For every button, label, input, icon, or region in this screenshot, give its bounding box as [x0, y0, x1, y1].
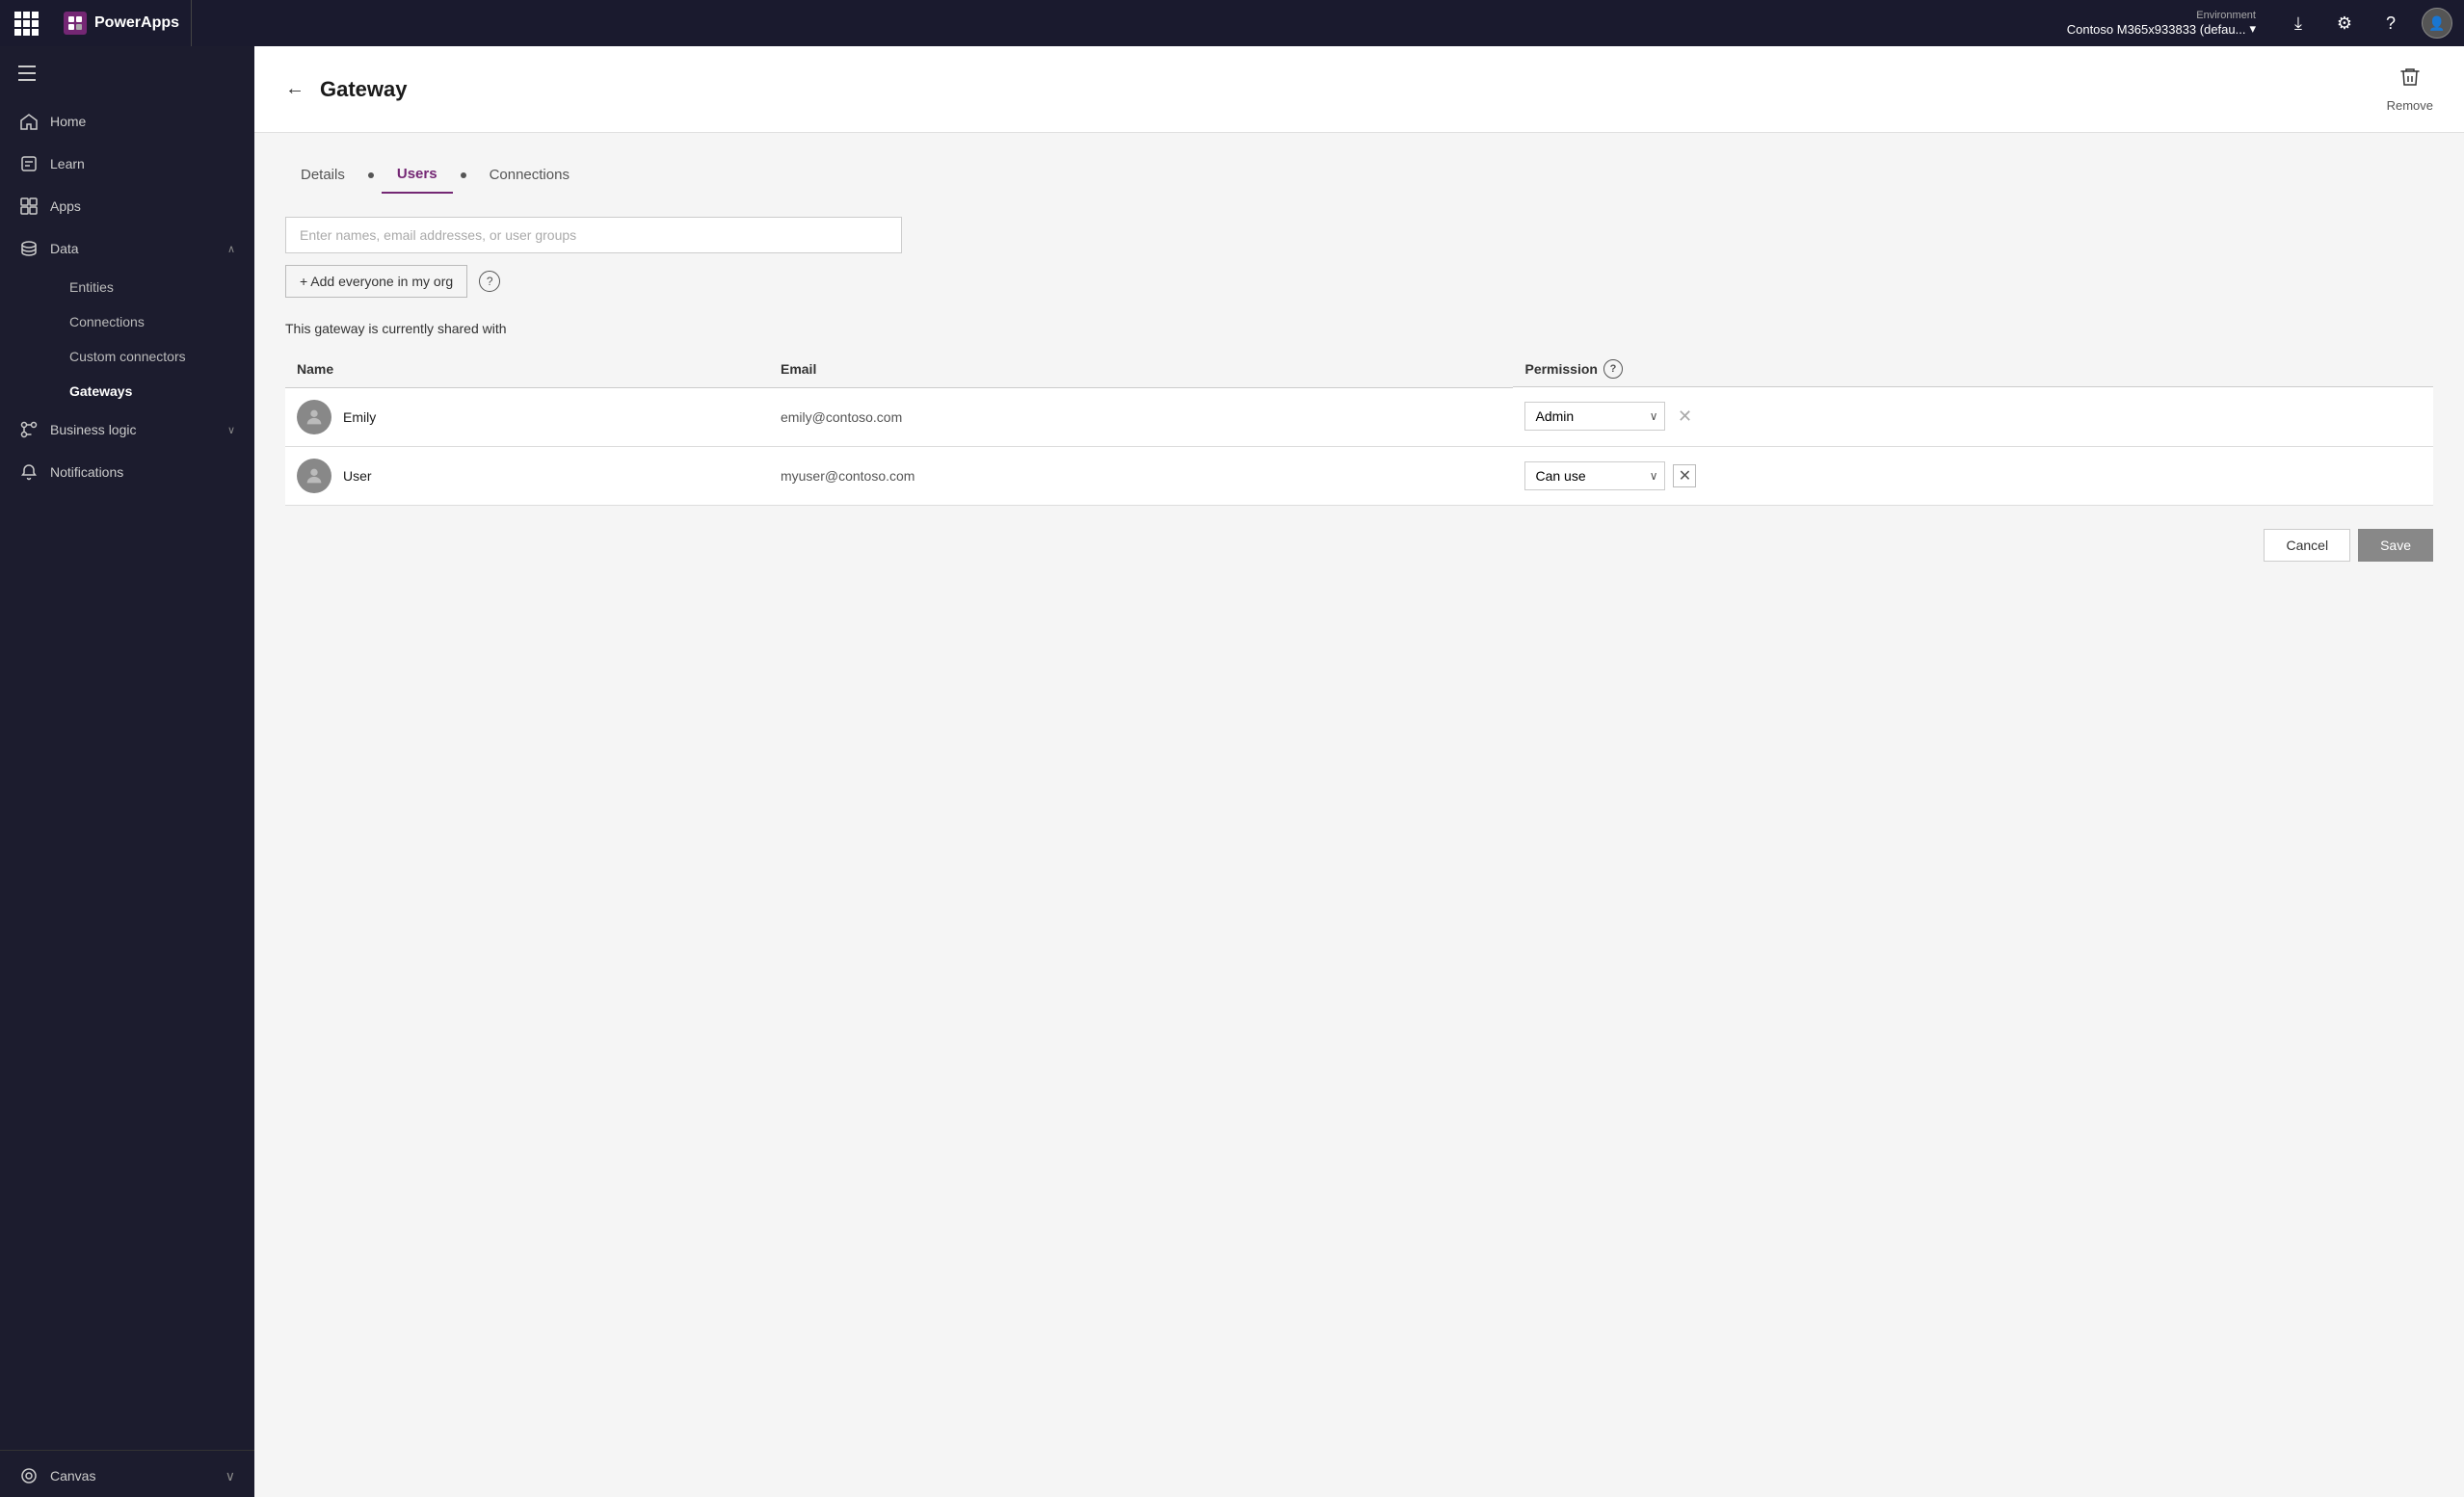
- canvas-icon: [19, 1466, 39, 1485]
- sidebar-item-notifications[interactable]: Notifications: [0, 451, 254, 493]
- sidebar: Home Learn Apps Data ∧ Entities Connecti…: [0, 46, 254, 1497]
- sidebar-item-custom-connectors[interactable]: Custom connectors: [50, 339, 254, 374]
- user-email-cell-emily: emily@contoso.com: [769, 387, 1514, 446]
- page-content: Details Users Connections + Add everyone…: [254, 133, 2464, 1497]
- canvas-chevron-icon: ∨: [225, 1468, 235, 1484]
- sidebar-item-business-logic[interactable]: Business logic ∨: [0, 408, 254, 451]
- app-name: PowerApps: [94, 14, 179, 32]
- download-icon[interactable]: ⤓: [2283, 8, 2314, 39]
- tabs: Details Users Connections: [285, 156, 2433, 194]
- env-value: Contoso M365x933833 (defau... ▾: [2067, 21, 2256, 37]
- user-permission-cell-emily: Admin Can use Can use + share ∨ ✕: [1513, 387, 2433, 446]
- table-row: Emily emily@contoso.com Admin: [285, 387, 2433, 446]
- hamburger-button[interactable]: [8, 54, 46, 92]
- tab-dot-1: [368, 172, 374, 178]
- sidebar-item-learn[interactable]: Learn: [0, 143, 254, 185]
- sidebar-item-apps-label: Apps: [50, 198, 235, 214]
- env-chevron-icon: ▾: [2249, 21, 2256, 37]
- add-everyone-help-icon[interactable]: ?: [479, 271, 500, 292]
- user-name-cell-user: User: [285, 446, 769, 505]
- page-title: Gateway: [320, 77, 408, 102]
- users-table: Name Email Permission ?: [285, 352, 2433, 506]
- user-avatar-emily: [297, 400, 331, 434]
- user-permission-cell-user: Admin Can use Can use + share ∨ ✕: [1513, 446, 2433, 505]
- learn-icon: [19, 154, 39, 173]
- table-row: User myuser@contoso.com Admin: [285, 446, 2433, 505]
- sidebar-bottom: Canvas ∨: [0, 1446, 254, 1497]
- app-logo: PowerApps: [52, 0, 192, 46]
- tab-details[interactable]: Details: [285, 157, 360, 193]
- user-email-cell-user: myuser@contoso.com: [769, 446, 1514, 505]
- save-button[interactable]: Save: [2358, 529, 2433, 562]
- sidebar-item-gateways[interactable]: Gateways: [50, 374, 254, 408]
- sidebar-item-data[interactable]: Data ∧: [0, 227, 254, 270]
- add-everyone-button[interactable]: + Add everyone in my org: [285, 265, 467, 298]
- user-avatar[interactable]: 👤: [2422, 8, 2452, 39]
- cancel-button[interactable]: Cancel: [2264, 529, 2350, 562]
- tab-users[interactable]: Users: [382, 156, 453, 194]
- sidebar-item-entities[interactable]: Entities: [50, 270, 254, 304]
- data-icon: [19, 239, 39, 258]
- data-chevron-icon: ∧: [227, 243, 235, 255]
- tab-connections[interactable]: Connections: [474, 157, 585, 193]
- remove-button[interactable]: Remove: [2387, 66, 2433, 113]
- sidebar-item-learn-label: Learn: [50, 156, 235, 171]
- page-header: ← Gateway Remove: [254, 46, 2464, 133]
- home-icon: [19, 112, 39, 131]
- col-permission: Permission ?: [1513, 352, 2433, 387]
- user-name-cell: Emily: [285, 387, 769, 446]
- settings-icon[interactable]: ⚙: [2329, 8, 2360, 39]
- sidebar-item-apps[interactable]: Apps: [0, 185, 254, 227]
- add-everyone-row: + Add everyone in my org ?: [285, 265, 2433, 298]
- apps-icon: [19, 197, 39, 216]
- shared-with-label: This gateway is currently shared with: [285, 321, 2433, 336]
- tab-dot-2: [461, 172, 466, 178]
- sidebar-item-home[interactable]: Home: [0, 100, 254, 143]
- topbar: PowerApps Environment Contoso M365x93383…: [0, 0, 2464, 46]
- user-name-user: User: [343, 468, 372, 484]
- back-button[interactable]: ←: [285, 78, 305, 100]
- permission-select-wrapper-user: Admin Can use Can use + share ∨: [1524, 461, 1665, 490]
- permission-select-user[interactable]: Admin Can use Can use + share: [1524, 461, 1665, 490]
- col-name: Name: [285, 352, 769, 387]
- sidebar-item-data-label: Data: [50, 241, 216, 256]
- environment-selector[interactable]: Environment Contoso M365x933833 (defau..…: [2067, 10, 2256, 37]
- business-logic-chevron-icon: ∨: [227, 424, 235, 436]
- permission-select-emily[interactable]: Admin Can use Can use + share: [1524, 402, 1665, 431]
- remove-emily-button[interactable]: ✕: [1673, 405, 1696, 428]
- sidebar-item-business-logic-label: Business logic: [50, 422, 216, 437]
- user-name-emily: Emily: [343, 409, 376, 425]
- sidebar-item-canvas[interactable]: Canvas ∨: [0, 1455, 254, 1497]
- logo-icon: [64, 12, 87, 35]
- remove-user-button[interactable]: ✕: [1673, 464, 1696, 487]
- sidebar-item-connections[interactable]: Connections: [50, 304, 254, 339]
- user-search-input[interactable]: [285, 217, 902, 253]
- sidebar-item-notifications-label: Notifications: [50, 464, 235, 480]
- notifications-icon: [19, 462, 39, 482]
- env-label: Environment: [2196, 10, 2256, 21]
- topbar-actions: ⤓ ⚙ ? 👤: [2283, 8, 2452, 39]
- sidebar-item-home-label: Home: [50, 114, 235, 129]
- help-icon[interactable]: ?: [2375, 8, 2406, 39]
- action-buttons: Cancel Save: [285, 529, 2433, 562]
- user-avatar-user: [297, 459, 331, 493]
- permission-select-wrapper-emily: Admin Can use Can use + share ∨: [1524, 402, 1665, 431]
- waffle-button[interactable]: [12, 9, 40, 38]
- col-email: Email: [769, 352, 1514, 387]
- permission-help-icon[interactable]: ?: [1603, 359, 1623, 379]
- remove-label: Remove: [2387, 98, 2433, 113]
- sidebar-sub-data: Entities Connections Custom connectors G…: [0, 270, 254, 408]
- trash-icon: [2398, 66, 2422, 94]
- business-logic-icon: [19, 420, 39, 439]
- page-header-left: ← Gateway: [285, 77, 408, 102]
- content-area: ← Gateway Remove Details Users: [254, 46, 2464, 1497]
- canvas-label: Canvas: [50, 1468, 95, 1484]
